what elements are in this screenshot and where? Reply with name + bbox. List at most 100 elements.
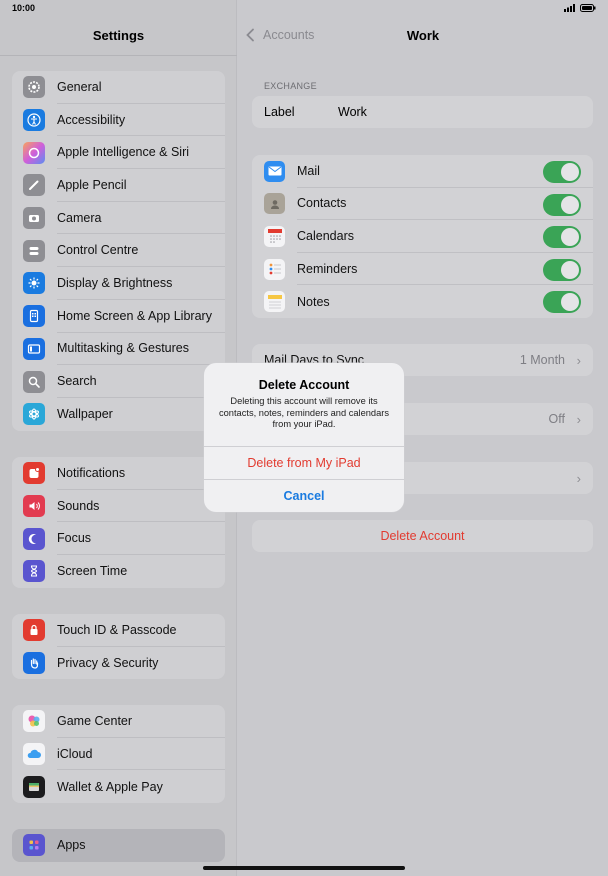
gear-icon	[23, 76, 45, 99]
chevron-right-icon: ›	[576, 352, 581, 368]
home-screen-icon	[23, 305, 45, 328]
chevron-right-icon: ›	[576, 411, 581, 427]
label-value-field[interactable]: Work	[338, 105, 367, 119]
sidebar-item-sounds[interactable]: Sounds	[12, 490, 225, 523]
sidebar-item-label: General	[57, 71, 225, 104]
sidebar-item-accessibility[interactable]: Accessibility	[12, 104, 225, 137]
delete-account-label: Delete Account	[380, 529, 465, 543]
sidebar-item-control-centre[interactable]: Control Centre	[12, 234, 225, 268]
pencil-icon	[23, 174, 45, 197]
lock-icon	[23, 619, 45, 642]
signal-icon	[564, 4, 575, 12]
sounds-icon	[23, 495, 45, 518]
game-center-icon	[23, 710, 45, 733]
control-centre-icon	[23, 239, 45, 262]
multitasking-icon	[23, 337, 45, 360]
brightness-icon	[23, 272, 45, 295]
contacts-toggle[interactable]	[543, 193, 581, 216]
sidebar-item-display-brightness[interactable]: Display & Brightness	[12, 267, 225, 300]
sidebar-group-general: General Accessibility Apple Intelligence…	[12, 71, 225, 431]
wallpaper-icon	[23, 403, 45, 426]
sidebar-item-notifications[interactable]: Notifications	[12, 457, 225, 490]
cancel-button[interactable]: Cancel	[204, 479, 404, 512]
sidebar-item-search[interactable]: Search	[12, 365, 225, 398]
sidebar-item-privacy[interactable]: Privacy & Security	[12, 647, 225, 680]
notes-toggle[interactable]	[543, 291, 581, 314]
label-row[interactable]: Label Work	[252, 96, 593, 128]
home-indicator[interactable]	[203, 866, 405, 870]
delete-account-alert: Delete Account Deleting this account wil…	[204, 363, 404, 512]
status-bar: 10:00	[0, 0, 608, 18]
sidebar-item-apple-pencil[interactable]: Apple Pencil	[12, 169, 225, 202]
calendars-toggle[interactable]	[543, 226, 581, 249]
sidebar-item-label: Display & Brightness	[57, 267, 225, 300]
sidebar-item-label: Notifications	[57, 457, 225, 490]
alert-message: Deleting this account will remove its co…	[218, 396, 390, 429]
service-row-notes: Notes	[252, 285, 593, 318]
delete-account-button[interactable]: Delete Account	[252, 520, 593, 552]
sidebar-item-wallpaper[interactable]: Wallpaper	[12, 398, 225, 431]
sidebar-item-touch-id[interactable]: Touch ID & Passcode	[12, 614, 225, 647]
status-icons	[564, 4, 596, 12]
sidebar-item-wallet[interactable]: Wallet & Apple Pay	[12, 770, 225, 803]
status-time: 10:00	[12, 3, 36, 13]
reminders-toggle[interactable]	[543, 258, 581, 281]
mail-toggle[interactable]	[543, 161, 581, 183]
cloud-icon	[23, 743, 45, 766]
sidebar-group-apps: Apps	[12, 829, 225, 862]
sidebar-item-label: Apple Intelligence & Siri	[57, 136, 225, 170]
moon-icon	[23, 527, 45, 550]
sidebar-item-game-center[interactable]: Game Center	[12, 705, 225, 738]
sidebar-item-focus[interactable]: Focus	[12, 522, 225, 556]
label-group: Label Work	[252, 96, 593, 128]
delete-from-ipad-button[interactable]: Delete from My iPad	[204, 446, 404, 479]
service-row-mail: Mail	[252, 155, 593, 188]
page-title: Work	[406, 28, 440, 43]
sidebar-group-security: Touch ID & Passcode Privacy & Security	[12, 614, 225, 680]
sidebar-item-multitasking[interactable]: Multitasking & Gestures	[12, 333, 225, 366]
sidebar-item-label: iCloud	[57, 738, 225, 771]
accessibility-icon	[23, 109, 45, 132]
sidebar-item-icloud[interactable]: iCloud	[12, 738, 225, 771]
sidebar-group-services: Game Center iCloud Wallet & Apple Pay	[12, 705, 225, 804]
sidebar-item-camera[interactable]: Camera	[12, 202, 225, 235]
sidebar-item-label: Wallpaper	[57, 407, 113, 422]
camera-icon	[23, 207, 45, 230]
service-row-calendars: Calendars	[252, 220, 593, 253]
contacts-icon	[264, 193, 285, 215]
sidebar-item-label: Wallet & Apple Pay	[57, 779, 163, 794]
wallet-icon	[23, 775, 45, 798]
sidebar-item-label: Apps	[57, 838, 86, 853]
hourglass-icon	[23, 560, 45, 583]
battery-icon	[580, 4, 596, 12]
chevron-right-icon: ›	[576, 470, 581, 486]
sidebar-item-label: Privacy & Security	[57, 656, 159, 671]
sidebar-item-label: Multitasking & Gestures	[57, 333, 225, 366]
label-key: Label	[264, 105, 295, 119]
apps-icon	[23, 834, 45, 857]
settings-sidebar: Settings General Accessibility Apple Int…	[0, 0, 237, 876]
sidebar-item-label: Focus	[57, 522, 225, 556]
sidebar-item-label: Apple Pencil	[57, 169, 225, 202]
search-icon	[23, 370, 45, 393]
sidebar-item-label: Touch ID & Passcode	[57, 614, 225, 647]
sidebar-item-apps[interactable]: Apps	[12, 829, 225, 862]
siri-icon	[23, 141, 45, 164]
service-row-contacts: Contacts	[252, 188, 593, 221]
sidebar-divider	[0, 55, 237, 56]
sidebar-item-home-screen[interactable]: Home Screen & App Library	[12, 300, 225, 333]
sidebar-item-label: Accessibility	[57, 104, 225, 137]
hand-icon	[23, 652, 45, 675]
sidebar-item-screen-time[interactable]: Screen Time	[12, 555, 225, 588]
sidebar-item-apple-intelligence[interactable]: Apple Intelligence & Siri	[12, 136, 225, 170]
auto-reply-value: Off	[548, 412, 565, 426]
sidebar-item-label: Sounds	[57, 490, 225, 523]
section-header-exchange: EXCHANGE	[264, 81, 317, 91]
notifications-icon	[23, 462, 45, 485]
sidebar-item-label: Control Centre	[57, 234, 225, 268]
sidebar-item-label: Screen Time	[57, 564, 128, 579]
mail-days-value: 1 Month	[519, 353, 565, 367]
mail-icon	[264, 160, 285, 182]
sidebar-item-general[interactable]: General	[12, 71, 225, 104]
sidebar-item-label: Camera	[57, 202, 225, 235]
